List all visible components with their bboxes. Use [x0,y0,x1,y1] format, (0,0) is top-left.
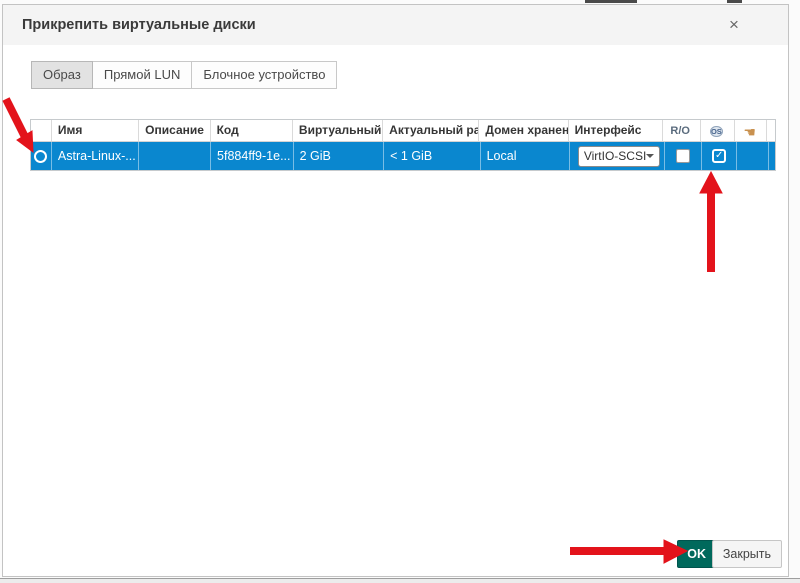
ok-button[interactable]: OK [677,540,716,568]
cell-readonly [665,142,703,170]
col-header-readonly: R/O [663,120,701,141]
cell-interface: VirtIO-SCSI [570,142,664,170]
cell-spacer [769,142,775,170]
cell-bootable [737,142,769,170]
cell-virtual-size: 2 GiB [294,142,385,170]
row-radio-cell [31,142,52,170]
os-icon: OS [710,126,723,137]
background-window-fragment [585,0,637,3]
cell-id: 5f884ff9-1e... [211,142,294,170]
tab-block-device[interactable]: Блочное устройство [191,61,337,89]
tab-direct-lun[interactable]: Прямой LUN [92,61,193,89]
chevron-down-icon [646,154,654,158]
os-checkbox[interactable]: ✓ [712,149,726,163]
col-header-id: Код [211,120,293,141]
col-header-storage-domain: Домен хранени [479,120,568,141]
background-bottom-strip [0,578,800,583]
dialog-title: Прикрепить виртуальные диски [3,5,788,46]
col-header-bootable: ☚ [735,120,767,141]
dialog-titlebar: Прикрепить виртуальные диски × [3,5,788,45]
readonly-checkbox[interactable] [676,149,690,163]
table-header-row: Имя Описание Код Виртуальный р Актуальны… [31,120,775,142]
tab-image[interactable]: Образ [31,61,93,89]
cell-name: Astra-Linux-... [52,142,140,170]
disk-row[interactable]: Astra-Linux-... 5f884ff9-1e... 2 GiB < 1… [31,142,775,170]
close-icon[interactable]: × [724,13,744,37]
source-type-tabs: Образ Прямой LUN Блочное устройство [32,61,337,89]
col-header-select [31,120,52,141]
col-header-os: OS [701,120,736,141]
col-header-description: Описание [139,120,210,141]
background-window-fragment [727,0,742,3]
cell-storage-domain: Local [481,142,571,170]
cell-os: ✓ [702,142,737,170]
hand-icon: ☚ [735,123,764,141]
attach-virtual-disks-dialog: Прикрепить виртуальные диски × Образ Пря… [2,4,789,577]
cell-actual-size: < 1 GiB [384,142,480,170]
col-header-spacer [767,120,775,141]
row-select-radio[interactable] [34,150,47,163]
cell-description [139,142,211,170]
interface-select-value: VirtIO-SCSI [584,142,646,170]
col-header-interface: Интерфейс [569,120,663,141]
col-header-virtual-size: Виртуальный р [293,120,383,141]
screen: Прикрепить виртуальные диски × Образ Пря… [0,0,800,583]
interface-select[interactable]: VirtIO-SCSI [578,146,660,167]
disks-table: Имя Описание Код Виртуальный р Актуальны… [30,119,776,171]
close-button[interactable]: Закрыть [712,540,782,568]
col-header-name: Имя [52,120,139,141]
col-header-actual-size: Актуальный ра [383,120,479,141]
